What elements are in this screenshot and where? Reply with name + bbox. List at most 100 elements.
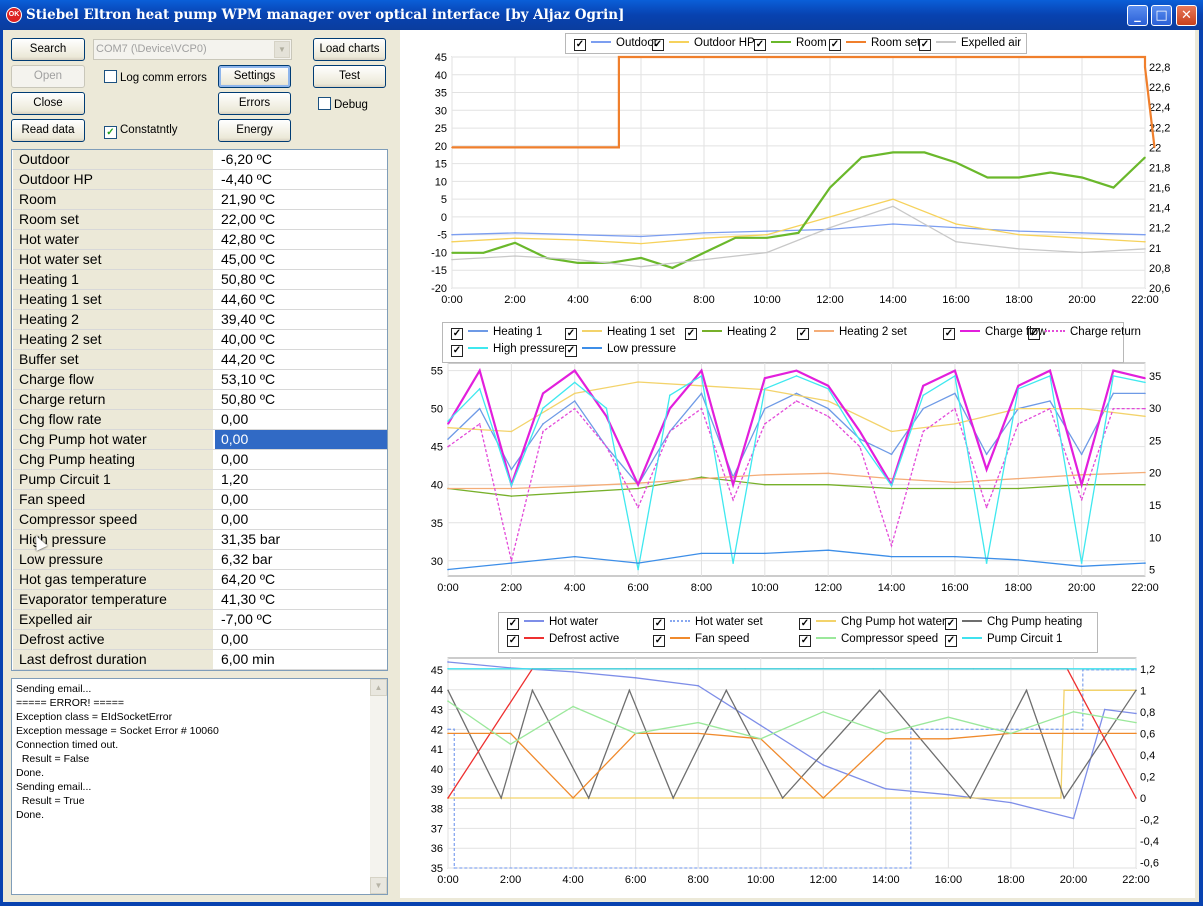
reading-row[interactable]: Compressor speed 0,00 [13, 510, 387, 530]
reading-row[interactable]: Hot water set 45,00 ºC [13, 250, 387, 270]
reading-value[interactable]: 64,20 ºC [215, 570, 387, 589]
open-button[interactable]: Open [11, 65, 85, 88]
legend-checkbox-icon[interactable]: ✓ [451, 328, 463, 340]
reading-row[interactable]: Outdoor HP -4,40 ºC [13, 170, 387, 190]
reading-value[interactable]: 40,00 ºC [215, 330, 387, 349]
legend-checkbox-icon[interactable]: ✓ [451, 345, 463, 357]
legend-checkbox-icon[interactable]: ✓ [507, 635, 519, 647]
legend-item[interactable]: ✓ Heating 1 [451, 324, 542, 340]
reading-value[interactable]: -6,20 ºC [215, 150, 387, 169]
legend-item[interactable]: ✓ Heating 2 [685, 324, 776, 340]
reading-row[interactable]: Outdoor -6,20 ºC [13, 150, 387, 170]
scroll-up-icon[interactable]: ▲ [370, 679, 387, 696]
chart-legend[interactable]: ✓ Hot water ✓ Hot water set ✓ Chg Pump hot wa… [498, 612, 1098, 653]
legend-item[interactable]: ✓ Outdoor HP [652, 35, 755, 51]
read-data-button[interactable]: Read data [11, 119, 85, 142]
reading-row[interactable]: Defrost active 0,00 [13, 630, 387, 650]
legend-item[interactable]: ✓ Room set [829, 35, 920, 51]
reading-row[interactable]: Heating 2 set 40,00 ºC [13, 330, 387, 350]
title-bar[interactable]: OK Stiebel Eltron heat pump WPM manager … [0, 0, 1203, 30]
reading-value[interactable]: 6,32 bar [215, 550, 387, 569]
reading-value[interactable]: 0,00 [215, 490, 387, 509]
legend-item[interactable]: ✓ High pressure [451, 341, 565, 357]
reading-value[interactable]: 1,20 [215, 470, 387, 489]
close-window-button[interactable]: ✕ [1176, 5, 1197, 26]
port-select[interactable]: COM7 (\Device\VCP0) ▼ [93, 39, 292, 60]
legend-checkbox-icon[interactable]: ✓ [945, 635, 957, 647]
reading-value[interactable]: -4,40 ºC [215, 170, 387, 189]
legend-item[interactable]: ✓ Compressor speed [799, 631, 938, 647]
legend-item[interactable]: ✓ Chg Pump heating [945, 614, 1082, 630]
reading-row[interactable]: Hot water 42,80 ºC [13, 230, 387, 250]
reading-value[interactable]: 0,00 [215, 510, 387, 529]
legend-checkbox-icon[interactable]: ✓ [945, 618, 957, 630]
legend-checkbox-icon[interactable]: ✓ [565, 328, 577, 340]
reading-value[interactable]: 45,00 ºC [215, 250, 387, 269]
reading-value[interactable]: 44,20 ºC [215, 350, 387, 369]
legend-item[interactable]: ✓ Outdoor [574, 35, 658, 51]
energy-button[interactable]: Energy [218, 119, 291, 142]
legend-item[interactable]: ✓ Hot water [507, 614, 598, 630]
reading-value[interactable]: 31,35 bar [215, 530, 387, 549]
minimize-button[interactable]: _ [1127, 5, 1148, 26]
reading-value[interactable]: 21,90 ºC [215, 190, 387, 209]
legend-item[interactable]: ✓ Chg Pump hot water [799, 614, 946, 630]
reading-row[interactable]: Hot gas temperature 64,20 ºC [13, 570, 387, 590]
legend-checkbox-icon[interactable]: ✓ [574, 39, 586, 51]
reading-row[interactable]: Charge return 50,80 ºC [13, 390, 387, 410]
reading-value[interactable]: 42,80 ºC [215, 230, 387, 249]
legend-item[interactable]: ✓ Low pressure [565, 341, 676, 357]
legend-item[interactable]: ✓ Defrost active [507, 631, 619, 647]
legend-item[interactable]: ✓ Fan speed [653, 631, 749, 647]
debug-checkbox[interactable]: Debug [318, 97, 368, 111]
reading-row[interactable]: Buffer set 44,20 ºC [13, 350, 387, 370]
checkmark-icon[interactable]: ✓ [104, 126, 117, 139]
legend-checkbox-icon[interactable]: ✓ [653, 635, 665, 647]
reading-row[interactable]: Charge flow 53,10 ºC [13, 370, 387, 390]
reading-row[interactable]: Heating 1 50,80 ºC [13, 270, 387, 290]
reading-row[interactable]: Fan speed 0,00 [13, 490, 387, 510]
reading-row[interactable]: Chg flow rate 0,00 [13, 410, 387, 430]
test-button[interactable]: Test [313, 65, 386, 88]
legend-checkbox-icon[interactable]: ✓ [799, 635, 811, 647]
log-comm-errors-checkbox[interactable]: Log comm errors [104, 70, 207, 84]
reading-value[interactable]: 39,40 ºC [215, 310, 387, 329]
reading-value[interactable]: 0,00 [215, 450, 387, 469]
legend-item[interactable]: ✓ Expelled air [919, 35, 1021, 51]
reading-value[interactable]: 0,00 [215, 630, 387, 649]
constantly-checkbox[interactable]: ✓ Constatntly [104, 124, 178, 139]
chevron-down-icon[interactable]: ▼ [274, 41, 290, 58]
legend-checkbox-icon[interactable]: ✓ [652, 39, 664, 51]
reading-value[interactable]: 41,30 ºC [215, 590, 387, 609]
legend-checkbox-icon[interactable]: ✓ [829, 39, 841, 51]
readings-grid[interactable]: Outdoor -6,20 ºC Outdoor HP -4,40 ºC Room 21,… [11, 149, 388, 671]
reading-value[interactable]: 0,00 [215, 410, 387, 429]
reading-row[interactable]: High pressure 31,35 bar [13, 530, 387, 550]
search-button[interactable]: Search [11, 38, 85, 61]
reading-value[interactable]: 50,80 ºC [215, 270, 387, 289]
legend-item[interactable]: ✓ Room [754, 35, 827, 51]
close-button[interactable]: Close [11, 92, 85, 115]
legend-checkbox-icon[interactable]: ✓ [507, 618, 519, 630]
reading-row[interactable]: Expelled air -7,00 ºC [13, 610, 387, 630]
legend-item[interactable]: ✓ Charge return [1028, 324, 1141, 340]
reading-value[interactable]: 6,00 min [215, 650, 387, 669]
reading-row[interactable]: Evaporator temperature 41,30 ºC [13, 590, 387, 610]
reading-row[interactable]: Heating 2 39,40 ºC [13, 310, 387, 330]
legend-item[interactable]: ✓ Pump Circuit 1 [945, 631, 1062, 647]
maximize-button[interactable]: □ [1151, 5, 1172, 26]
checkbox-box[interactable] [104, 70, 117, 83]
legend-item[interactable]: ✓ Heating 2 set [797, 324, 907, 340]
legend-item[interactable]: ✓ Hot water set [653, 614, 763, 630]
reading-value[interactable]: 53,10 ºC [215, 370, 387, 389]
reading-row[interactable]: Low pressure 6,32 bar [13, 550, 387, 570]
legend-checkbox-icon[interactable]: ✓ [943, 328, 955, 340]
legend-checkbox-icon[interactable]: ✓ [754, 39, 766, 51]
chart-legend[interactable]: ✓ Outdoor ✓ Outdoor HP ✓ Room ✓ Room set ✓ Expell… [565, 33, 1027, 54]
reading-value[interactable]: 50,80 ºC [215, 390, 387, 409]
legend-checkbox-icon[interactable]: ✓ [653, 618, 665, 630]
log-scrollbar[interactable]: ▲ ▼ [370, 679, 387, 894]
reading-row[interactable]: Pump Circuit 1 1,20 [13, 470, 387, 490]
reading-row[interactable]: Last defrost duration 6,00 min [13, 650, 387, 670]
checkbox-box[interactable] [318, 97, 331, 110]
